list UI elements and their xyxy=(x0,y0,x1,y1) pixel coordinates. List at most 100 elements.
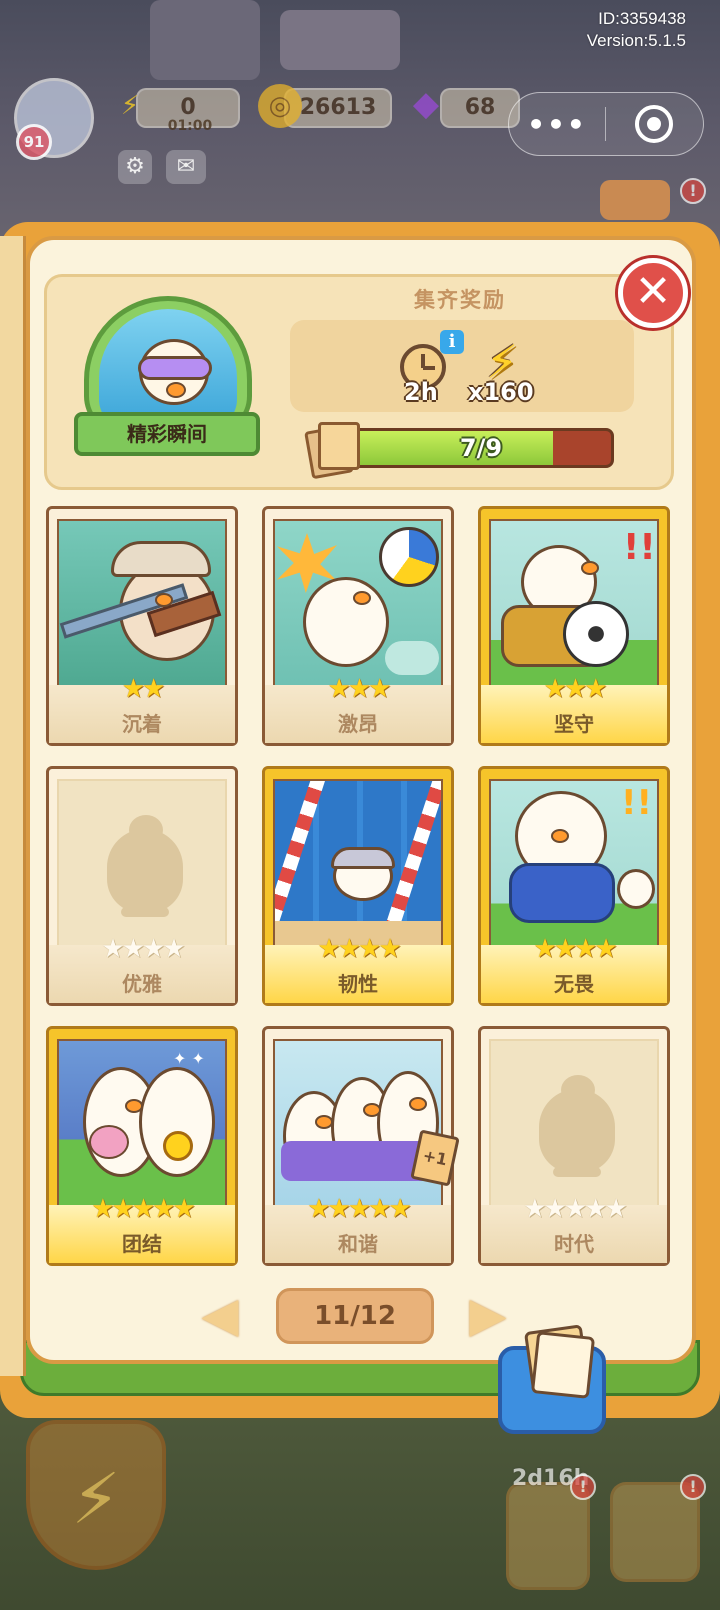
lightning-action-button[interactable]: ⚡ xyxy=(26,1420,166,1570)
card-art: ✦ ✦ xyxy=(57,1039,227,1213)
card-name: 坚守 xyxy=(554,712,594,736)
level-value: 91 xyxy=(23,133,45,151)
star-icon: ★ xyxy=(563,674,587,704)
card-art xyxy=(57,519,227,693)
close-miniprogram-button[interactable] xyxy=(606,105,702,143)
card-art xyxy=(273,1039,443,1213)
background-building xyxy=(150,0,260,80)
more-menu-button[interactable]: ••• xyxy=(509,108,605,141)
star-icon: ★ xyxy=(347,1194,371,1224)
id-version-label: ID:3359438 Version:5.1.5 xyxy=(587,8,686,52)
badge-art xyxy=(99,309,237,429)
reward-time-amount: 2h xyxy=(404,378,438,406)
next-page-button[interactable]: ▶ xyxy=(466,1284,510,1346)
locked-silhouette xyxy=(107,815,183,917)
star-icon: ★ xyxy=(91,1194,114,1224)
background-building xyxy=(280,10,400,70)
prev-page-button[interactable]: ◀ xyxy=(198,1284,242,1346)
energy-timer: 01:00 xyxy=(167,118,213,134)
star-icon: ★ xyxy=(337,934,361,964)
card-art: !! xyxy=(489,779,659,953)
star-icon: ★ xyxy=(523,1194,546,1224)
star-icon: ★ xyxy=(317,934,340,964)
card-stars: ★★ xyxy=(49,675,235,703)
card-slot[interactable]: !! ★★★ 坚守 xyxy=(478,506,670,746)
card-stars: ★★★★ xyxy=(481,935,667,963)
star-icon: ★ xyxy=(307,1194,330,1224)
info-icon[interactable]: i xyxy=(440,330,464,354)
star-icon: ★ xyxy=(368,674,391,704)
card-stars: ★★★ xyxy=(481,675,667,703)
reward-title: 集齐奖励 xyxy=(414,288,506,312)
star-icon: ★ xyxy=(142,934,165,964)
star-icon: ★ xyxy=(574,934,597,964)
gems-value: 68 xyxy=(464,95,496,120)
extra-card-badge: +1 xyxy=(410,1129,460,1187)
star-icon: ★ xyxy=(563,1194,587,1224)
page-indicator: 11/12 xyxy=(276,1288,434,1344)
reward-energy-amount: x160 xyxy=(468,378,534,406)
star-icon: ★ xyxy=(378,934,401,964)
notification-dot: ! xyxy=(680,178,706,204)
mail-icon[interactable]: ✉ xyxy=(166,150,206,184)
star-icon: ★ xyxy=(553,934,577,964)
star-icon: ★ xyxy=(327,674,351,704)
card-slot[interactable]: ✦ ✦ ★★★★★ 团结 xyxy=(46,1026,238,1266)
card-stack-icon xyxy=(304,422,364,480)
version: Version:5.1.5 xyxy=(586,31,686,50)
duck-mascot-icon xyxy=(138,339,212,405)
card-name: 和谐 xyxy=(338,1232,378,1256)
locked-silhouette xyxy=(539,1075,615,1177)
star-icon: ★ xyxy=(162,934,185,964)
star-icon: ★ xyxy=(543,674,567,704)
card-slot[interactable]: ★★ 沉着 xyxy=(46,506,238,746)
card-name: 激昂 xyxy=(338,712,378,736)
coin-icon: ◎ xyxy=(258,84,302,128)
card-packet-button[interactable] xyxy=(498,1324,606,1434)
card-art xyxy=(489,1039,659,1213)
star-icon: ★ xyxy=(358,934,381,964)
album-title: 精彩瞬间 xyxy=(74,412,260,456)
card-name: 无畏 xyxy=(554,972,594,996)
card-stars: ★★★★★ xyxy=(265,1195,451,1223)
card-stars: ★★★★★ xyxy=(481,1195,667,1223)
star-icon: ★ xyxy=(584,674,607,704)
coins-value: 26613 xyxy=(299,95,377,120)
star-icon: ★ xyxy=(172,1194,195,1224)
card-slot[interactable]: !! ★★★★ 无畏 xyxy=(478,766,670,1006)
card-stars: ★★★ xyxy=(265,675,451,703)
star-icon: ★ xyxy=(594,934,617,964)
card-art: !! xyxy=(489,519,659,693)
card-slot[interactable]: +1 ★★★★★ 和谐 xyxy=(262,1026,460,1266)
star-icon: ★ xyxy=(584,1194,607,1224)
background-building xyxy=(600,180,670,220)
star-icon: ★ xyxy=(388,1194,411,1224)
collection-progress-text: 7/9 xyxy=(459,434,503,462)
card-art xyxy=(273,519,443,693)
card-name: 优雅 xyxy=(122,972,162,996)
card-stars: ★★★★ xyxy=(265,935,451,963)
card-slot[interactable]: ★★★★ 优雅 xyxy=(46,766,238,1006)
miniprogram-capsule: ••• xyxy=(508,92,704,156)
notification-dot: ! xyxy=(570,1474,596,1500)
album-book-spine xyxy=(0,236,26,1376)
star-icon: ★ xyxy=(533,934,556,964)
card-stars: ★★★★★ xyxy=(49,1195,235,1223)
star-icon: ★ xyxy=(111,1194,135,1224)
card-name: 韧性 xyxy=(338,972,378,996)
star-icon: ★ xyxy=(142,674,165,704)
level-badge: 91 xyxy=(16,124,52,160)
close-button[interactable]: ✕ xyxy=(618,258,688,328)
card-slot[interactable]: ★★★ 激昂 xyxy=(262,506,454,746)
gem-icon: ◆ xyxy=(412,84,440,124)
gear-icon[interactable]: ⚙ xyxy=(118,150,152,184)
extra-card-count: +1 xyxy=(421,1145,450,1170)
card-name: 沉着 xyxy=(122,712,162,736)
user-id: ID:3359438 xyxy=(598,9,686,28)
card-slot[interactable]: ★★★★ 韧性 xyxy=(262,766,454,1006)
star-icon: ★ xyxy=(543,1194,567,1224)
target-icon xyxy=(635,105,673,143)
card-name: 时代 xyxy=(554,1232,594,1256)
card-slot[interactable]: ★★★★★ 时代 xyxy=(478,1026,670,1266)
card-name: 团结 xyxy=(122,1232,162,1256)
